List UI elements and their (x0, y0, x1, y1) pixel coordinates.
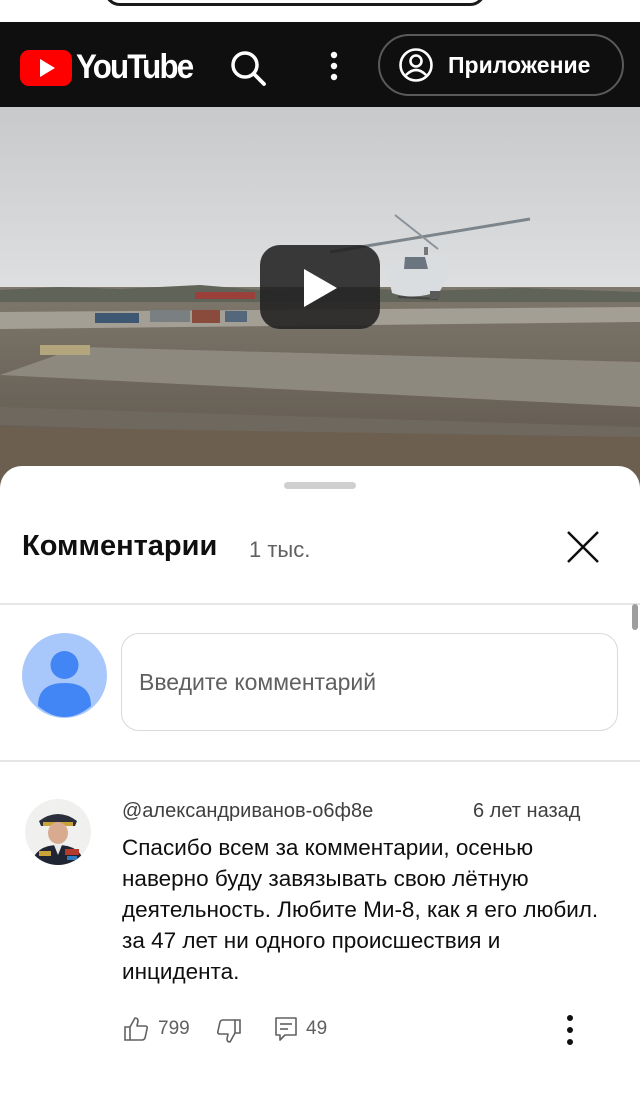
address-bar[interactable] (104, 0, 486, 6)
close-comments-button[interactable] (560, 524, 606, 570)
divider (0, 603, 640, 605)
comment-timestamp: 6 лет назад (473, 800, 581, 822)
commenter-avatar[interactable] (25, 799, 91, 865)
status-area (0, 0, 640, 22)
comment-icon (275, 1017, 297, 1041)
reply-button[interactable] (272, 1015, 300, 1043)
video-player[interactable] (0, 107, 640, 487)
comment-more-button[interactable] (564, 1014, 576, 1046)
scrollbar[interactable] (632, 604, 638, 630)
user-avatar-icon (22, 633, 107, 718)
open-app-label: Приложение (448, 51, 591, 78)
search-icon (231, 51, 266, 86)
comments-count: 1 тыс. (249, 537, 311, 562)
dislike-button[interactable] (215, 1017, 243, 1045)
youtube-logo-icon (20, 49, 72, 86)
more-vert-icon (330, 51, 338, 81)
top-app-bar: YouTube Приложение (0, 22, 640, 107)
comment-input[interactable]: Введите комментарий (121, 633, 618, 731)
youtube-logo-text: YouTube (76, 48, 194, 86)
like-button[interactable] (122, 1015, 150, 1043)
comment-author[interactable]: @александриванов-о6ф8е (122, 800, 373, 823)
play-icon (304, 269, 337, 307)
thumbs-down-icon (216, 1019, 241, 1043)
drag-handle[interactable] (284, 482, 356, 489)
youtube-logo[interactable]: YouTube (20, 48, 202, 87)
divider (0, 760, 640, 762)
comments-title: Комментарии (22, 530, 218, 562)
close-icon (567, 531, 599, 563)
thumbs-up-icon (124, 1017, 149, 1041)
like-count: 799 (158, 1018, 190, 1039)
comments-panel: Комментарии 1 тыс. Введите комментарий @… (0, 466, 640, 1099)
comment-actions: 799 49 (122, 1013, 602, 1045)
search-button[interactable] (226, 46, 272, 90)
more-vert-icon (567, 1015, 573, 1045)
comment-text: Спасибо всем за комментарии, осенью наве… (122, 835, 599, 984)
open-app-button[interactable]: Приложение (378, 34, 624, 96)
more-options-button[interactable] (318, 46, 350, 90)
comment-input-placeholder: Введите комментарий (139, 668, 377, 695)
play-button[interactable] (260, 245, 380, 329)
account-icon (399, 48, 433, 82)
reply-count: 49 (306, 1018, 328, 1039)
